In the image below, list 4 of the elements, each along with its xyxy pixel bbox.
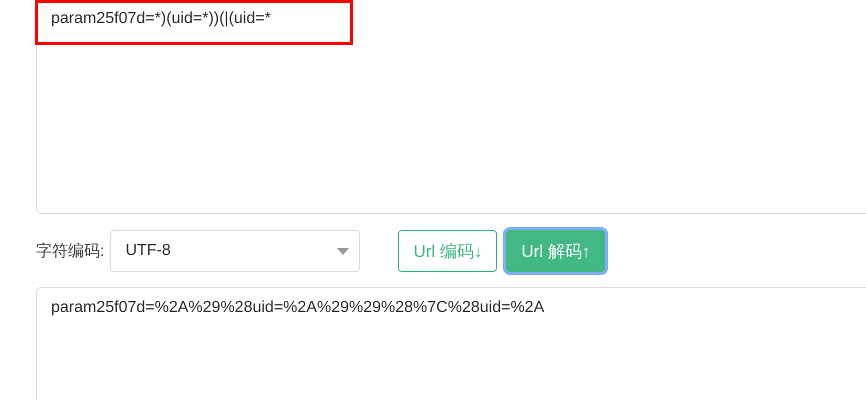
charset-select[interactable]: UTF-8 (110, 230, 360, 272)
charset-label: 字符编码: (36, 242, 104, 262)
output-field[interactable]: param25f07d=%2A%29%28uid=%2A%29%29%28%7C%28uid=%2A (36, 287, 866, 400)
caret-icon (337, 248, 350, 254)
